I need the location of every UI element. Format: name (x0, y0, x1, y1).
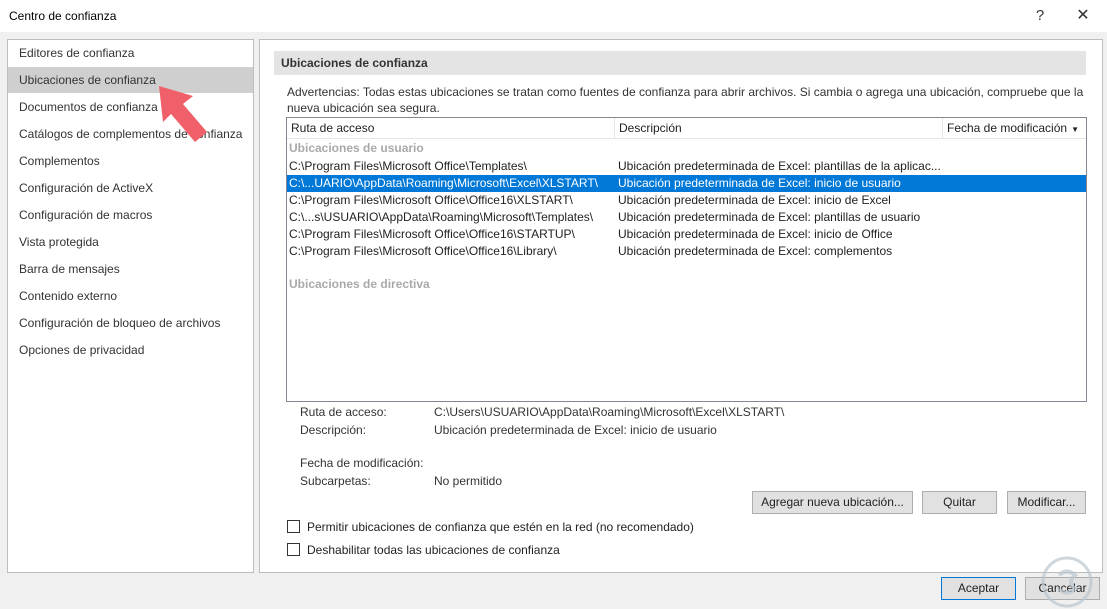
row-path: C:\Program Files\Microsoft Office\Templa… (289, 159, 527, 173)
row-path: C:\Program Files\Microsoft Office\Office… (289, 244, 557, 258)
detail-path-value: C:\Users\USUARIO\AppData\Roaming\Microso… (434, 405, 785, 419)
sort-desc-icon: ▼ (1071, 125, 1079, 134)
sidebar-item-vista-protegida[interactable]: Vista protegida (8, 229, 253, 255)
disable-all-label: Deshabilitar todas las ubicaciones de co… (307, 543, 560, 557)
row-description: Ubicación predeterminada de Excel: plant… (618, 159, 940, 173)
sidebar-item-catalogos[interactable]: Catálogos de complementos de confianza (8, 121, 253, 147)
sidebar-item-documentos[interactable]: Documentos de confianza (8, 94, 253, 120)
table-row[interactable]: C:\...s\USUARIO\AppData\Roaming\Microsof… (287, 209, 1086, 226)
help-button[interactable]: ? (1027, 4, 1053, 28)
column-header-date[interactable]: Fecha de modificación ▼ (943, 118, 1086, 138)
ok-button[interactable]: Aceptar (941, 577, 1016, 600)
main-panel: Ubicaciones de confianza Advertencias: T… (259, 39, 1103, 573)
warning-text: Advertencias: Todas estas ubicaciones se… (287, 85, 1084, 115)
modify-button[interactable]: Modificar... (1007, 491, 1086, 514)
locations-list[interactable]: Ruta de acceso Descripción Fecha de modi… (286, 117, 1087, 402)
allow-network-checkbox[interactable] (287, 520, 300, 533)
sidebar-item-contenido-externo[interactable]: Contenido externo (8, 283, 253, 309)
group-label-user: Ubicaciones de usuario (289, 141, 424, 155)
sidebar-item-ubicaciones[interactable]: Ubicaciones de confianza (8, 67, 253, 93)
column-header-date-label: Fecha de modificación (947, 121, 1068, 135)
row-path: C:\...UARIO\AppData\Roaming\Microsoft\Ex… (289, 176, 598, 190)
row-description: Ubicación predeterminada de Excel: inici… (618, 193, 891, 207)
row-path: C:\...s\USUARIO\AppData\Roaming\Microsof… (289, 210, 594, 224)
row-description: Ubicación predeterminada de Excel: compl… (618, 244, 893, 258)
column-header-description[interactable]: Descripción (615, 118, 943, 138)
row-description: Ubicación predeterminada de Excel: plant… (618, 210, 921, 224)
table-row[interactable]: C:\Program Files\Microsoft Office\Templa… (287, 158, 1086, 175)
sidebar-item-barra-mensajes[interactable]: Barra de mensajes (8, 256, 253, 282)
sidebar-item-privacidad[interactable]: Opciones de privacidad (8, 337, 253, 363)
detail-path-label: Ruta de acceso: (300, 405, 387, 419)
detail-description-value: Ubicación predeterminada de Excel: inici… (434, 423, 717, 437)
row-description: Ubicación predeterminada de Excel: inici… (618, 176, 901, 190)
row-path: C:\Program Files\Microsoft Office\Office… (289, 227, 575, 241)
allow-network-label: Permitir ubicaciones de confianza que es… (307, 520, 694, 534)
section-title: Ubicaciones de confianza (274, 51, 1086, 75)
table-row[interactable]: C:\Program Files\Microsoft Office\Office… (287, 226, 1086, 243)
title-bar: Centro de confianza ? ✕ (0, 0, 1107, 32)
column-header-path-label: Ruta de acceso (291, 121, 375, 135)
group-label-policy: Ubicaciones de directiva (289, 277, 430, 291)
remove-button[interactable]: Quitar (922, 491, 997, 514)
sidebar-item-complementos[interactable]: Complementos (8, 148, 253, 174)
list-header: Ruta de acceso Descripción Fecha de modi… (287, 118, 1086, 139)
sidebar: Editores de confianza Ubicaciones de con… (7, 39, 254, 573)
arrow-pointer-icon (159, 86, 207, 142)
detail-subfolders-label: Subcarpetas: (300, 474, 371, 488)
column-header-path[interactable]: Ruta de acceso (287, 118, 615, 138)
sidebar-item-macros[interactable]: Configuración de macros (8, 202, 253, 228)
table-row[interactable]: C:\Program Files\Microsoft Office\Office… (287, 192, 1086, 209)
add-location-button[interactable]: Agregar nueva ubicación... (752, 491, 913, 514)
disable-all-checkbox[interactable] (287, 543, 300, 556)
table-row-selected[interactable]: C:\...UARIO\AppData\Roaming\Microsoft\Ex… (287, 175, 1086, 192)
close-button[interactable]: ✕ (1070, 4, 1096, 28)
sidebar-item-bloqueo-archivos[interactable]: Configuración de bloqueo de archivos (8, 310, 253, 336)
column-header-description-label: Descripción (619, 121, 682, 135)
detail-subfolders-value: No permitido (434, 474, 503, 488)
detail-description-label: Descripción: (300, 423, 367, 437)
site-logo-icon (1041, 556, 1093, 608)
window-title: Centro de confianza (9, 9, 117, 23)
sidebar-item-activex[interactable]: Configuración de ActiveX (8, 175, 253, 201)
sidebar-item-editores[interactable]: Editores de confianza (8, 40, 253, 66)
row-description: Ubicación predeterminada de Excel: inici… (618, 227, 893, 241)
row-path: C:\Program Files\Microsoft Office\Office… (289, 193, 573, 207)
table-row[interactable]: C:\Program Files\Microsoft Office\Office… (287, 243, 1086, 260)
detail-date-label: Fecha de modificación: (300, 456, 424, 470)
